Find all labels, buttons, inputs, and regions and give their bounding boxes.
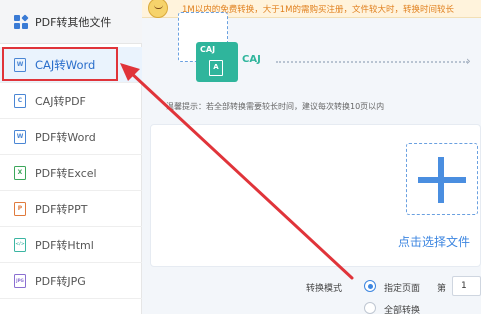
- mode-option-label: 全部转换: [384, 306, 421, 314]
- sidebar-item-label: PDF转Word: [35, 130, 96, 144]
- caj-box-label: CAJ: [200, 45, 216, 54]
- sidebar-item-pdf-to-ppt[interactable]: P PDF转PPT: [0, 191, 142, 227]
- jpg-icon: JPG: [14, 273, 26, 288]
- highlight-box: [2, 47, 118, 81]
- sidebar-item-pdf-to-excel[interactable]: X PDF转Excel: [0, 155, 142, 191]
- apps-grid-icon: [14, 13, 29, 29]
- word-icon: W: [14, 129, 26, 144]
- conversion-mode-label: 转换模式: [306, 284, 343, 294]
- page-number-input[interactable]: 1: [452, 276, 481, 296]
- sidebar-item-pdf-to-html[interactable]: </> PDF转Html: [0, 227, 142, 263]
- sidebar-item-pdf-to-jpg[interactable]: JPG PDF转JPG: [0, 263, 142, 299]
- document-icon: A: [209, 60, 223, 76]
- source-format-label: CAJ: [242, 54, 261, 65]
- sidebar-header-label: PDF转其他文件: [35, 15, 112, 29]
- choose-file-link[interactable]: 点击选择文件: [398, 233, 470, 250]
- sidebar-header[interactable]: PDF转其他文件: [0, 0, 142, 44]
- tip-text: 温馨提示：若全部转换需要较长时间，建议每次转换10页以内: [166, 102, 385, 111]
- sidebar-item-pdf-to-word[interactable]: W PDF转Word: [0, 119, 142, 155]
- html-icon: </>: [14, 237, 26, 252]
- caj-file-icon: CAJ A: [196, 42, 238, 82]
- mode-radio-all[interactable]: [364, 302, 376, 314]
- excel-icon: X: [14, 165, 26, 180]
- app-window: PDF转其他文件 W CAJ转Word C CAJ转PDF W PDF转Word…: [0, 0, 481, 314]
- ppt-icon: P: [14, 201, 26, 216]
- plus-icon-bar: [418, 177, 466, 183]
- sidebar-item-caj-to-pdf[interactable]: C CAJ转PDF: [0, 83, 142, 119]
- sidebar-item-label: PDF转Excel: [35, 166, 97, 180]
- page-prefix-label: 第: [437, 284, 447, 294]
- sidebar-item-label: PDF转PPT: [35, 202, 88, 216]
- chevron-right-icon: ›: [466, 54, 471, 68]
- sidebar-item-label: PDF转JPG: [35, 274, 86, 288]
- mode-radio-specified[interactable]: [364, 280, 376, 292]
- flow-connector: [276, 61, 468, 63]
- mode-option-label: 指定页面: [384, 284, 421, 294]
- caj-pdf-icon: C: [14, 93, 26, 108]
- sidebar-item-label: CAJ转PDF: [35, 94, 86, 108]
- sidebar-item-label: PDF转Html: [35, 238, 94, 252]
